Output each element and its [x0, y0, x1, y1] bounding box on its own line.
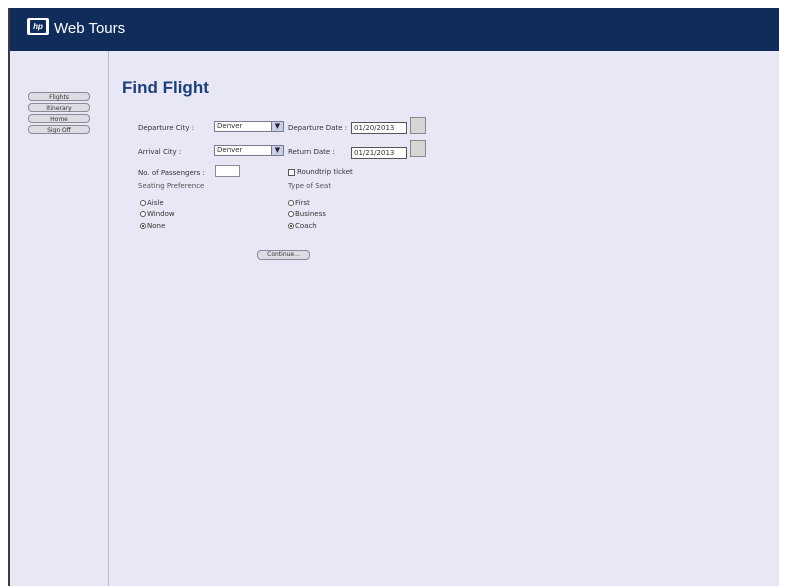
radio-label: First [295, 199, 310, 207]
radio-label: Coach [295, 222, 317, 230]
sidebar-item-sign-off[interactable]: Sign Off [28, 125, 90, 134]
return-date-input[interactable]: 01/21/2013 [351, 147, 407, 159]
sidebar: Flights Itinerary Home Sign Off [10, 51, 109, 586]
radio-label: Business [295, 210, 326, 218]
depart-date-label: Departure Date : [288, 124, 348, 132]
hp-logo-icon: hp [27, 18, 49, 35]
seating-radio-aisle[interactable]: Aisle [140, 199, 164, 207]
radio-dot [288, 200, 294, 206]
chevron-down-icon: ▼ [271, 122, 283, 131]
radio-label: Aisle [147, 199, 164, 207]
return-calendar-button[interactable] [410, 140, 426, 157]
seating-pref-label: Seating Preference [138, 182, 205, 190]
return-date-label: Return Date : [288, 148, 335, 156]
page-title: Find Flight [122, 78, 209, 97]
app-title: Web Tours [54, 20, 126, 37]
seating-radio-window[interactable]: Window [140, 210, 175, 218]
arrive-city-select[interactable]: Denver ▼ [214, 145, 284, 156]
depart-city-value: Denver [217, 122, 243, 130]
roundtrip-option[interactable]: Roundtrip ticket [288, 168, 353, 176]
app-header: hp Web Tours [10, 8, 779, 51]
continue-button[interactable]: Continue... [257, 250, 310, 260]
passengers-input[interactable] [215, 165, 240, 177]
radio-label: Window [147, 210, 175, 218]
sidebar-item-itinerary[interactable]: Itinerary [28, 103, 90, 112]
arrive-city-label: Arrival City : [138, 148, 182, 156]
depart-city-label: Departure City : [138, 124, 195, 132]
sidebar-item-home[interactable]: Home [28, 114, 90, 123]
radio-dot-selected [140, 223, 146, 229]
logo-text: hp [30, 20, 46, 33]
seating-radio-none[interactable]: None [140, 222, 165, 230]
roundtrip-checkbox[interactable] [288, 168, 295, 176]
seat-type-label: Type of Seat [288, 182, 332, 190]
seat-type-radio-business[interactable]: Business [288, 210, 326, 218]
radio-dot-selected [288, 223, 294, 229]
radio-dot [288, 211, 294, 217]
passengers-label: No. of Passengers : [138, 169, 205, 177]
radio-dot [140, 211, 146, 217]
seat-type-radio-coach[interactable]: Coach [288, 222, 317, 230]
roundtrip-label: Roundtrip ticket [297, 168, 353, 176]
depart-calendar-button[interactable] [410, 117, 426, 134]
sidebar-item-flights[interactable]: Flights [28, 92, 90, 101]
radio-dot [140, 200, 146, 206]
seat-type-radio-first[interactable]: First [288, 199, 310, 207]
depart-city-select[interactable]: Denver ▼ [214, 121, 284, 132]
main-content: Find Flight Departure City : Denver ▼ De… [109, 51, 779, 586]
depart-date-input[interactable]: 01/20/2013 [351, 122, 407, 134]
radio-label: None [147, 222, 166, 230]
chevron-down-icon: ▼ [271, 146, 283, 155]
arrive-city-value: Denver [217, 146, 243, 154]
